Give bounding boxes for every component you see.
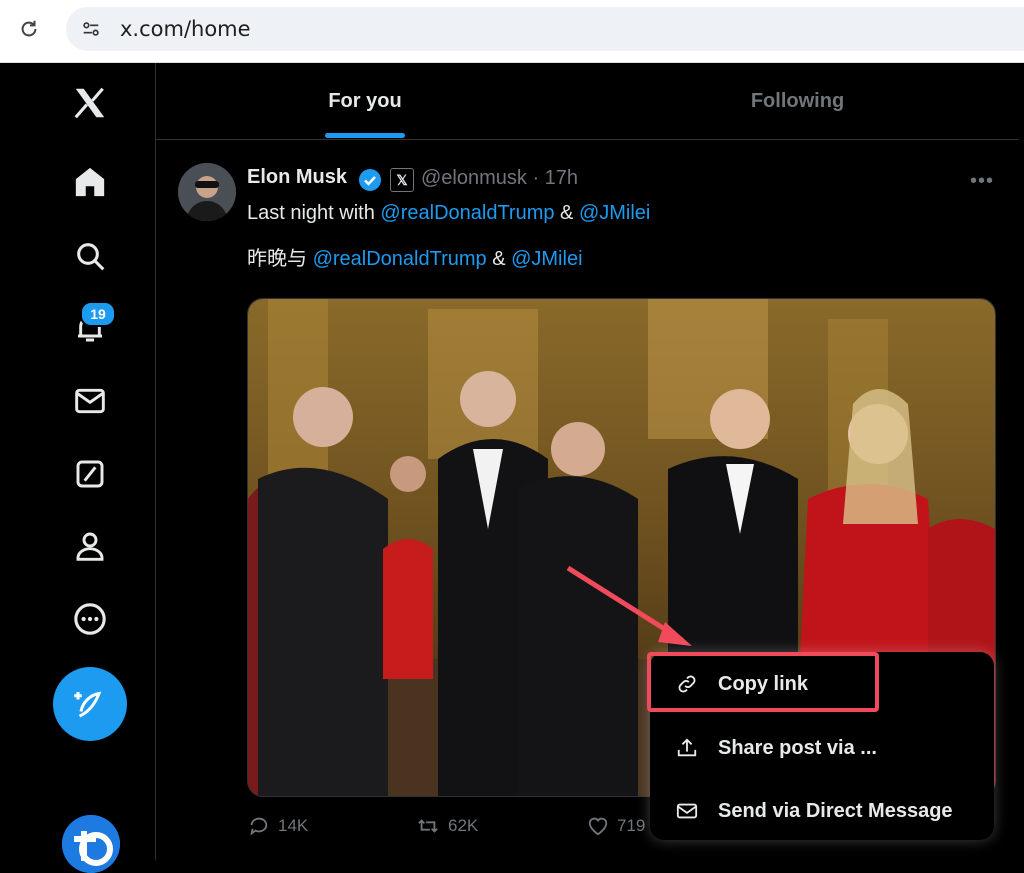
mention-link[interactable]: @realDonaldTrump: [313, 248, 487, 270]
heart-icon: [588, 817, 608, 836]
notification-badge: 19: [80, 301, 116, 327]
author-name[interactable]: Elon Musk: [247, 166, 347, 189]
sidebar: 19: [0, 63, 156, 873]
site-settings-icon[interactable]: [80, 18, 102, 40]
mention-link[interactable]: @JMilei: [511, 248, 582, 270]
annotation-arrow: [566, 565, 692, 646]
post-text-line-2: 昨晚与 @realDonaldTrump & @JMilei: [247, 248, 583, 270]
home-icon[interactable]: [70, 162, 110, 202]
envelope-icon: [676, 803, 698, 819]
compose-post-button[interactable]: [53, 667, 127, 741]
repost-action[interactable]: 62K: [416, 815, 478, 837]
url-text[interactable]: x.com/home: [120, 17, 251, 41]
verified-badge-icon: [359, 169, 381, 191]
x-affiliate-icon: 𝕏: [390, 168, 414, 192]
reply-icon: [250, 817, 268, 836]
tab-following[interactable]: Following: [725, 63, 870, 139]
like-action[interactable]: 719: [587, 815, 645, 837]
grok-icon[interactable]: [70, 454, 110, 494]
share-icon: [677, 738, 697, 757]
profile-icon[interactable]: [70, 526, 110, 566]
more-circle-icon[interactable]: [70, 599, 110, 639]
active-tab-indicator: [325, 133, 405, 138]
account-avatar[interactable]: [62, 815, 120, 873]
reply-action[interactable]: 14K: [248, 815, 308, 837]
repost-icon: [418, 819, 438, 833]
menu-item-share-via[interactable]: Share post via ...: [650, 718, 994, 778]
timeline-tabs: For you Following: [155, 63, 1019, 140]
search-icon[interactable]: [70, 236, 110, 276]
post-more-icon[interactable]: •••: [970, 170, 994, 193]
reload-icon[interactable]: [18, 18, 40, 40]
mention-link[interactable]: @realDonaldTrump: [380, 202, 554, 224]
copy-link-highlight-box: [647, 652, 879, 712]
author-handle-time[interactable]: @elonmusk · 17h: [421, 167, 578, 190]
author-avatar[interactable]: [178, 163, 236, 221]
mention-link[interactable]: @JMilei: [579, 202, 650, 224]
messages-icon[interactable]: [70, 381, 110, 421]
address-bar[interactable]: x.com/home: [66, 7, 1024, 51]
x-logo-icon[interactable]: [70, 83, 110, 123]
menu-item-send-dm[interactable]: Send via Direct Message: [650, 781, 994, 841]
feather-plus-icon: [74, 691, 102, 718]
post-text-line-1: Last night with @realDonaldTrump & @JMil…: [247, 202, 651, 224]
browser-toolbar: x.com/home: [0, 0, 1024, 63]
tab-for-you[interactable]: For you: [295, 63, 435, 139]
